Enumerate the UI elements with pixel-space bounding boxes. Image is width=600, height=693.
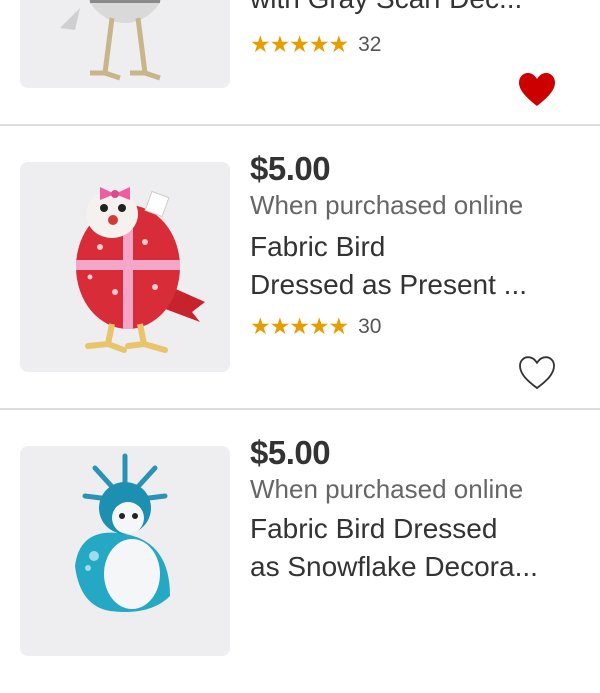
star-icon: ★★★★★ xyxy=(250,32,349,58)
product-title[interactable]: Fabric Bird Dressed as Snowflake Decora.… xyxy=(250,510,580,586)
favorite-button[interactable] xyxy=(518,355,556,391)
bird-present-image xyxy=(76,187,205,353)
product-image[interactable] xyxy=(20,0,230,88)
product-title[interactable]: with Gray Scarf Dec... xyxy=(250,0,580,18)
review-count: 32 xyxy=(358,33,382,56)
product-card[interactable]: with Gray Scarf Dec... ★★★★★ 32 xyxy=(0,0,600,123)
product-card[interactable]: $5.00 When purchased online Fabric Bird … xyxy=(0,126,600,409)
product-rating: ★★★★★ 30 xyxy=(250,314,382,340)
star-icon: ★★★★★ xyxy=(250,314,349,340)
product-image[interactable] xyxy=(20,446,230,656)
price-promo-text: When purchased online xyxy=(250,190,524,220)
heart-outline-icon xyxy=(519,356,555,390)
product-price: $5.00 xyxy=(250,150,331,187)
heart-icon xyxy=(519,73,555,106)
favorite-button[interactable] xyxy=(518,72,556,108)
product-rating: ★★★★★ 32 xyxy=(250,32,382,58)
product-card[interactable]: $5.00 When purchased online Fabric Bird … xyxy=(0,410,600,693)
product-title[interactable]: Fabric Bird Dressed as Present ... xyxy=(250,228,580,304)
price-promo-text: When purchased online xyxy=(250,474,524,504)
product-image[interactable] xyxy=(20,162,230,372)
bird-snowflake-image xyxy=(75,453,170,612)
bird-gray-scarf-image xyxy=(60,0,162,81)
product-price: $5.00 xyxy=(250,434,331,471)
review-count: 30 xyxy=(358,315,382,338)
